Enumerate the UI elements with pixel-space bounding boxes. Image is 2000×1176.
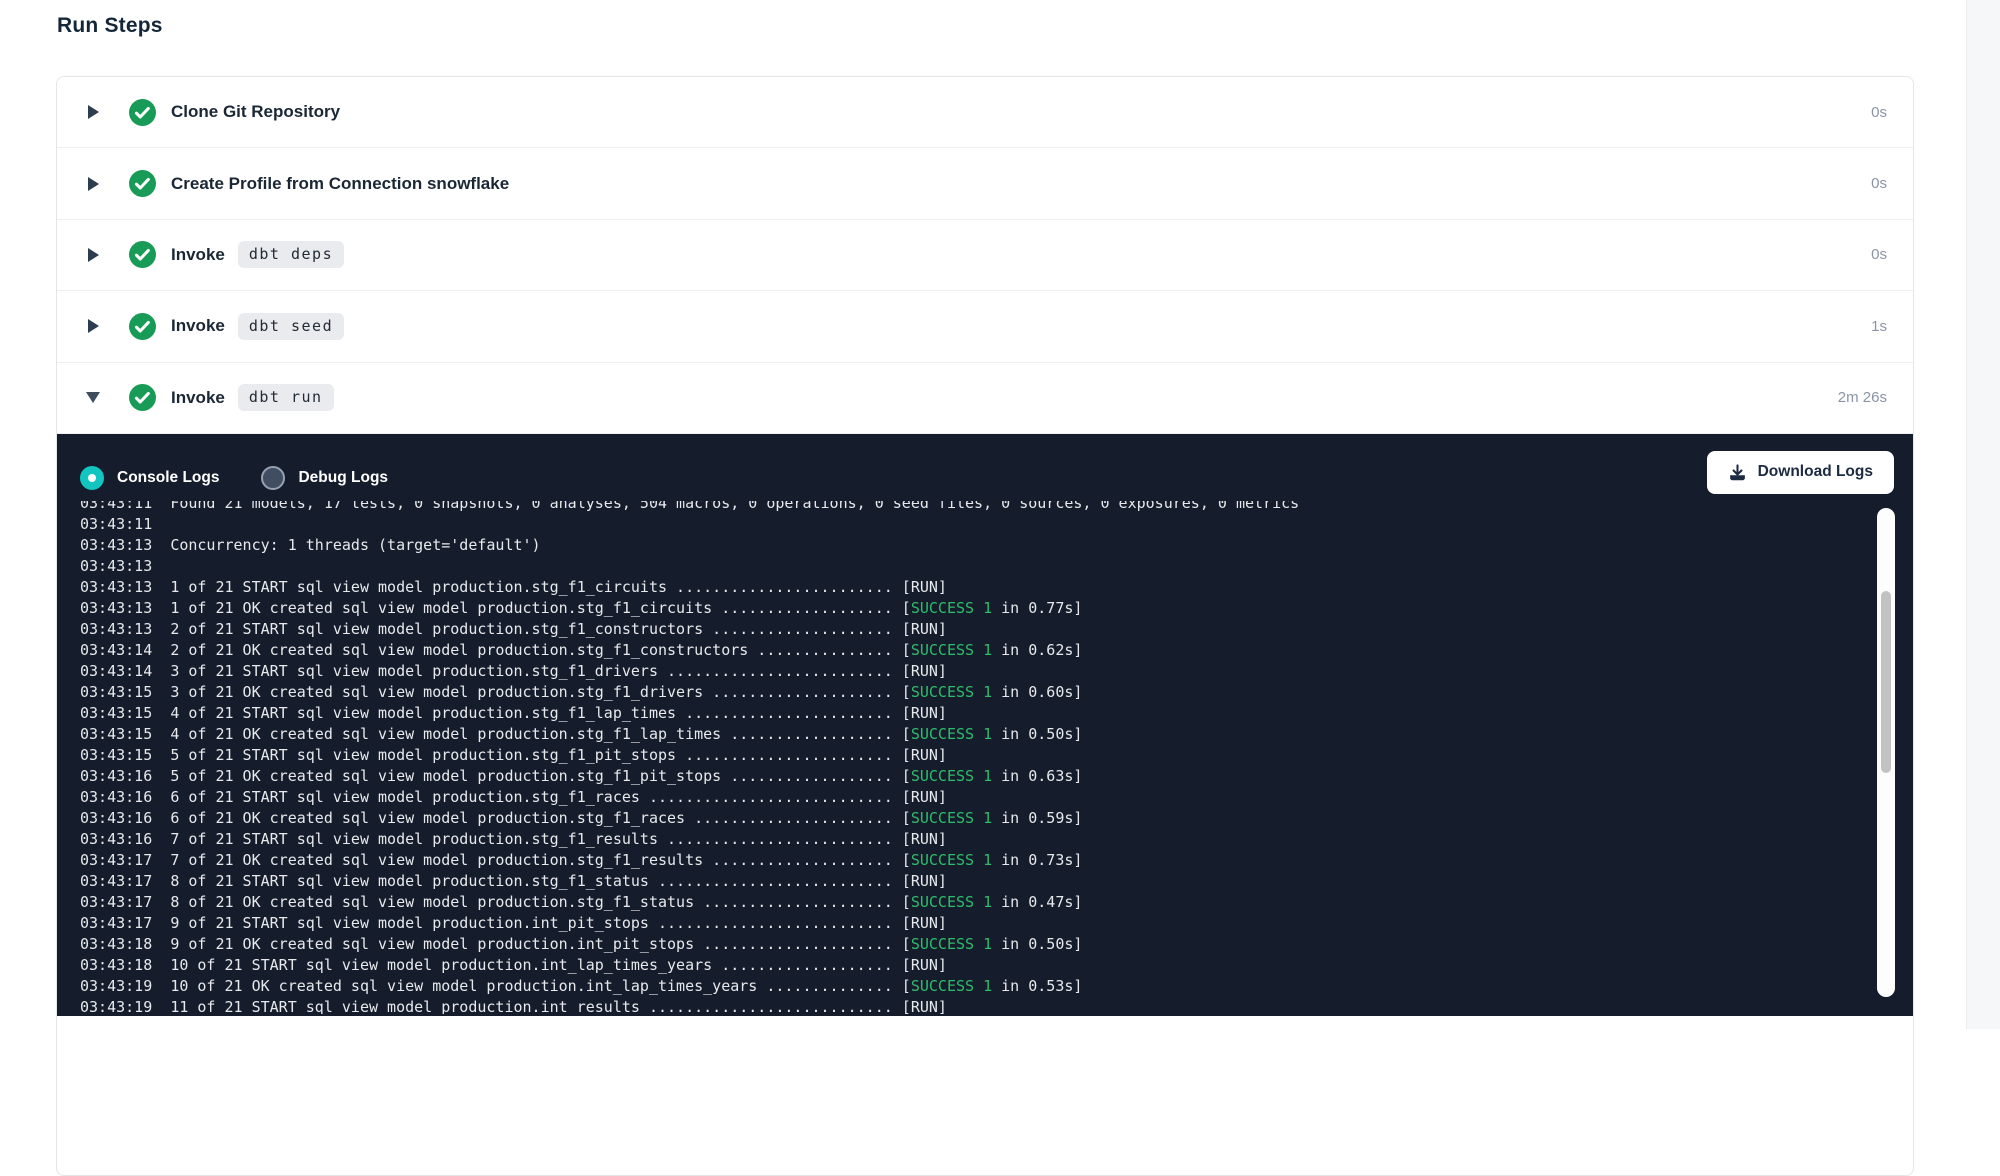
step-duration: 0s [1871,175,1887,192]
log-line: 03:43:16 6 of 21 OK created sql view mod… [80,808,1913,829]
chevron-right-icon[interactable] [85,105,101,119]
run-step-row[interactable]: Invoke dbt seed 1s [57,291,1913,362]
log-type-tabs: Console Logs Debug Logs [80,466,430,490]
step-duration: 0s [1871,104,1887,121]
log-scrollbar[interactable] [1877,508,1895,997]
log-line: 03:43:13 2 of 21 START sql view model pr… [80,619,1913,640]
run-step-row[interactable]: Invoke dbt deps 0s [57,220,1913,291]
step-command-chip: dbt seed [238,313,344,340]
log-line: 03:43:15 4 of 21 OK created sql view mod… [80,724,1913,745]
log-line: 03:43:18 10 of 21 START sql view model p… [80,955,1913,976]
step-label: Clone Git Repository [171,102,340,122]
right-gutter [1966,0,2000,1029]
chevron-right-icon[interactable] [85,177,101,191]
step-duration: 2m 26s [1838,389,1887,406]
download-logs-button[interactable]: Download Logs [1707,451,1894,494]
log-line: 03:43:13 1 of 21 OK created sql view mod… [80,598,1913,619]
step-command-chip: dbt run [238,384,334,411]
run-steps-page: { "title": "Run Steps", "colors": { "suc… [0,0,2000,1029]
log-line: 03:43:17 8 of 21 OK created sql view mod… [80,892,1913,913]
log-line: 03:43:14 3 of 21 START sql view model pr… [80,661,1913,682]
run-step-row[interactable]: Clone Git Repository 0s [57,77,1913,148]
run-step-row[interactable]: Create Profile from Connection snowflake… [57,148,1913,219]
log-line: 03:43:19 11 of 21 START sql view model p… [80,997,1913,1014]
log-line: 03:43:16 6 of 21 START sql view model pr… [80,787,1913,808]
step-command-chip: dbt deps [238,241,344,268]
run-step-row[interactable]: Invoke dbt run 2m 26s [57,363,1913,434]
step-duration: 0s [1871,246,1887,263]
success-check-icon [129,384,156,411]
tab-label: Console Logs [117,469,219,487]
run-steps-card: Clone Git Repository0sCreate Profile fro… [56,76,1914,1176]
log-line: 03:43:17 7 of 21 OK created sql view mod… [80,850,1913,871]
log-line: 03:43:15 4 of 21 START sql view model pr… [80,703,1913,724]
log-line: 03:43:15 5 of 21 START sql view model pr… [80,745,1913,766]
log-line: 03:43:13 Concurrency: 1 threads (target=… [80,535,1913,556]
log-line: 03:43:14 2 of 21 OK created sql view mod… [80,640,1913,661]
page-title: Run Steps [57,14,163,38]
step-label: Invoke [171,388,225,408]
log-text: 03:43:11 Found 21 models, 17 tests, 0 sn… [57,501,1913,1014]
radio-selected-icon[interactable] [80,466,104,490]
chevron-right-icon[interactable] [85,319,101,333]
radio-unselected-icon[interactable] [261,466,285,490]
success-check-icon [129,313,156,340]
success-check-icon [129,170,156,197]
log-line: 03:43:18 9 of 21 OK created sql view mod… [80,934,1913,955]
step-label: Invoke [171,316,225,336]
run-steps-list: Clone Git Repository0sCreate Profile fro… [57,77,1913,434]
chevron-down-icon[interactable] [85,392,101,403]
log-line: 03:43:11 [80,514,1913,535]
success-check-icon [129,99,156,126]
console-log-output[interactable]: 03:43:11 Found 21 models, 17 tests, 0 sn… [57,501,1913,1014]
log-line: 03:43:15 3 of 21 OK created sql view mod… [80,682,1913,703]
step-label: Invoke [171,245,225,265]
log-line: 03:43:13 [80,556,1913,577]
log-line: 03:43:17 8 of 21 START sql view model pr… [80,871,1913,892]
log-line: 03:43:19 10 of 21 OK created sql view mo… [80,976,1913,997]
tab-label: Debug Logs [298,469,388,487]
tab-debug-logs[interactable]: Debug Logs [261,466,388,490]
console-panel: Console Logs Debug Logs Download Logs 03:… [57,434,1913,1016]
log-line: 03:43:17 9 of 21 START sql view model pr… [80,913,1913,934]
log-line: 03:43:13 1 of 21 START sql view model pr… [80,577,1913,598]
log-scrollbar-thumb[interactable] [1881,591,1891,773]
log-line: 03:43:16 7 of 21 START sql view model pr… [80,829,1913,850]
download-icon [1728,463,1747,482]
log-line: 03:43:16 5 of 21 OK created sql view mod… [80,766,1913,787]
step-duration: 1s [1871,318,1887,335]
success-check-icon [129,241,156,268]
console-header: Console Logs Debug Logs Download Logs [57,434,1913,501]
chevron-right-icon[interactable] [85,248,101,262]
step-label: Create Profile from Connection snowflake [171,174,509,194]
log-line: 03:43:11 Found 21 models, 17 tests, 0 sn… [80,501,1913,514]
tab-console-logs[interactable]: Console Logs [80,466,219,490]
download-logs-label: Download Logs [1758,463,1873,481]
